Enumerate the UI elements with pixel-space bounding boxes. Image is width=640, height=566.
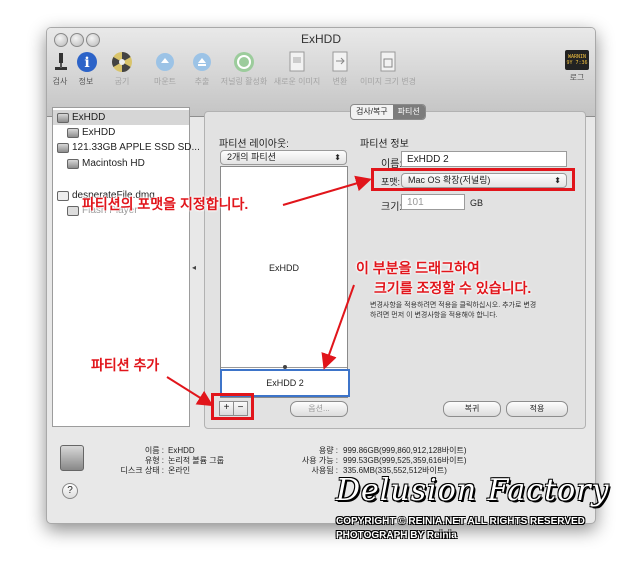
watermark-copyright: COPYRIGHT © REINIA.NET ALL RIGHTS RESERV… (336, 516, 585, 527)
drag-annotation-line2: 크기를 조정할 수 있습니다. (374, 280, 532, 296)
format-annotation: 파티션의 포맷을 지정합니다. (82, 196, 249, 212)
drag-annotation-line1: 이 부분을 드래그하여 (356, 260, 480, 276)
add-annotation: 파티션 추가 (91, 357, 160, 373)
watermark-photo: PHOTOGRAPH BY Reinia (336, 530, 457, 541)
watermark-brand: Delusion Factory (336, 473, 610, 508)
add-arrow (166, 376, 214, 407)
format-arrow (282, 175, 372, 206)
resize-arrow (321, 284, 355, 370)
